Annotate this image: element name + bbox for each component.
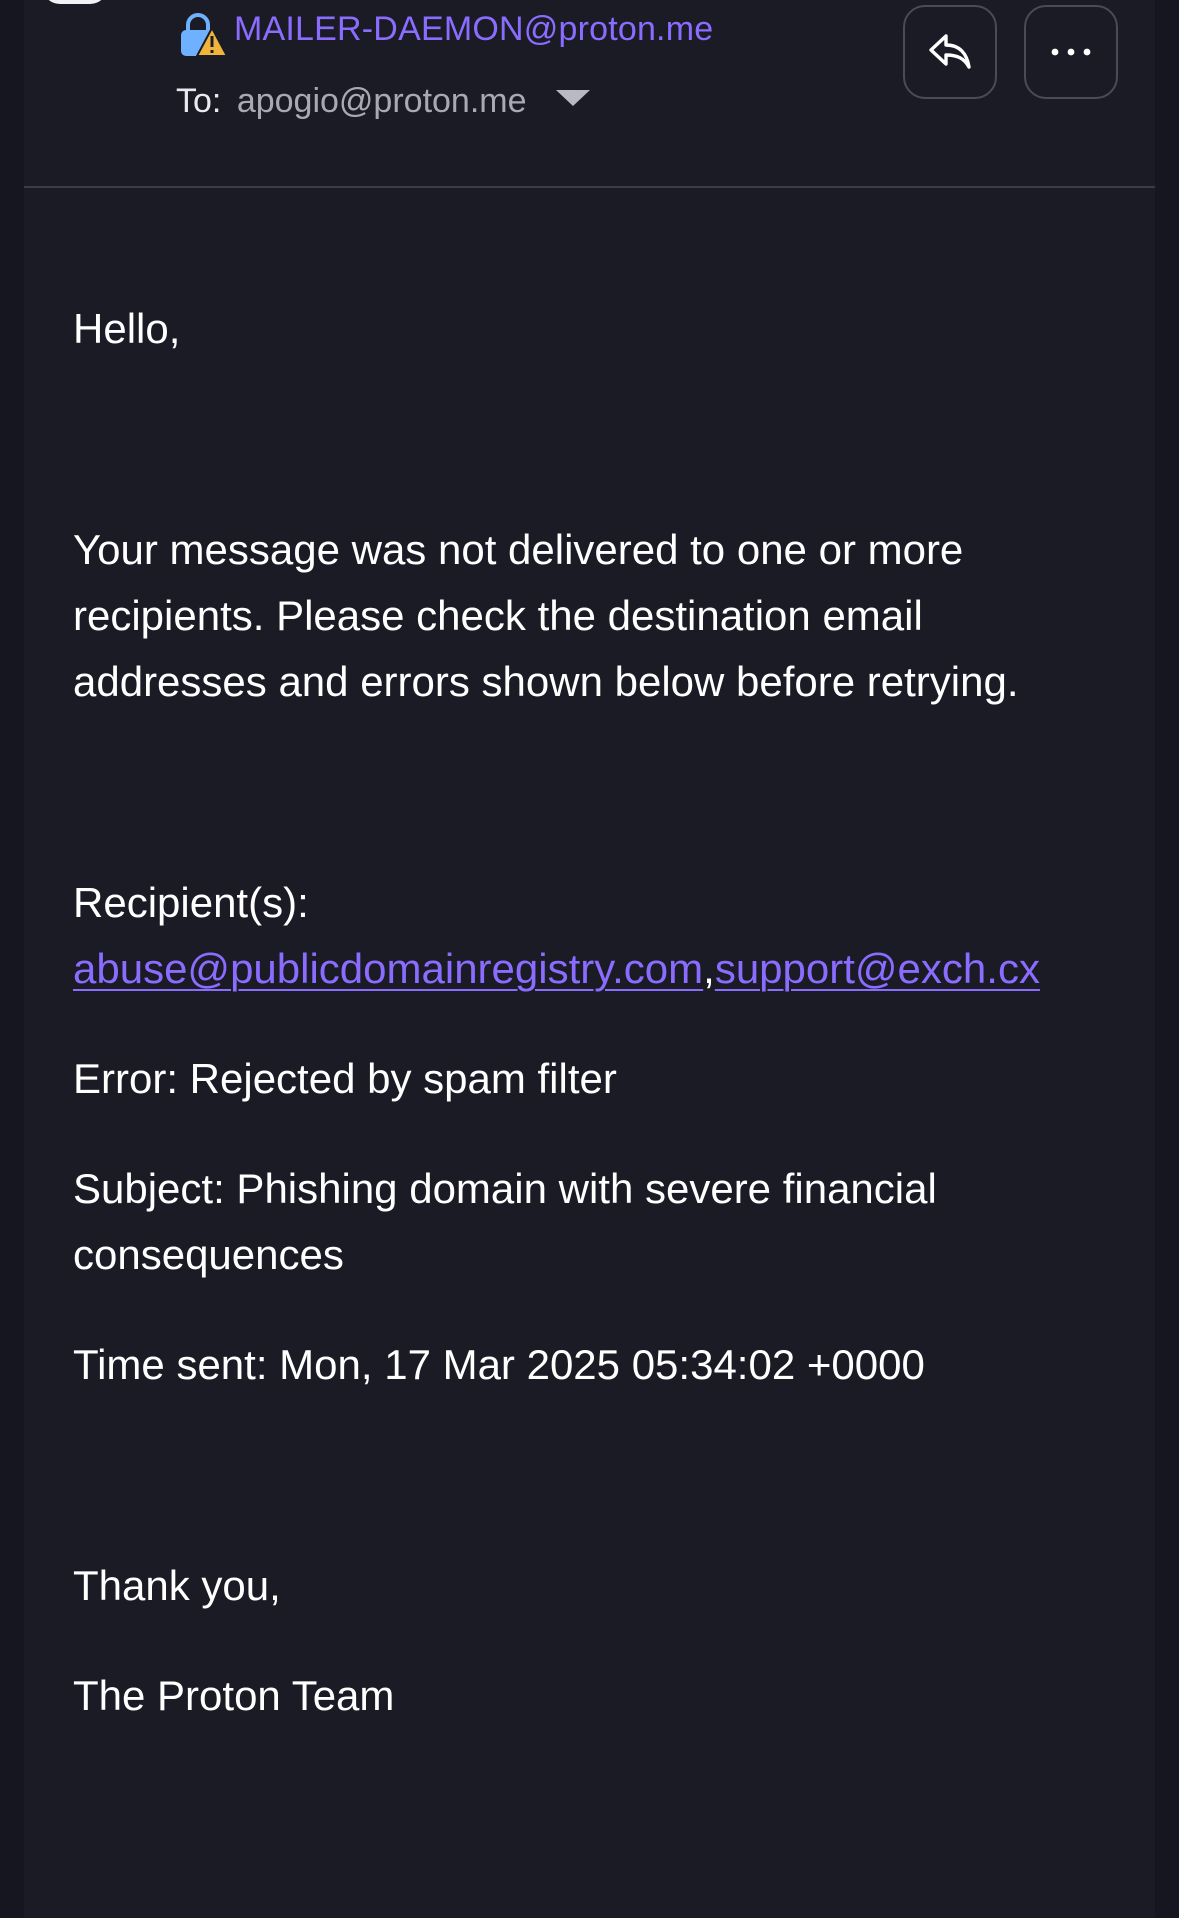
- recipient-link-1[interactable]: abuse@publicdomainregistry.com: [73, 945, 703, 992]
- lock-warning-icon: [181, 13, 228, 57]
- subject-line: Subject: Phishing domain with severe fin…: [73, 1165, 937, 1278]
- caret-down-icon[interactable]: [555, 90, 590, 106]
- closing: Thank you,: [73, 1562, 281, 1609]
- signature: The Proton Team: [73, 1672, 395, 1719]
- recipient-link-2[interactable]: support@exch.cx: [715, 945, 1040, 992]
- error-line: Error: Rejected by spam filter: [73, 1055, 617, 1102]
- sender-address[interactable]: MAILER-DAEMON@proton.me: [234, 10, 713, 49]
- message-body: Hello, Your message was not delivered to…: [73, 296, 1108, 1729]
- to-label: To:: [176, 82, 222, 120]
- reply-icon: [929, 34, 971, 69]
- time-sent-line: Time sent: Mon, 17 Mar 2025 05:34:02 +00…: [73, 1341, 925, 1388]
- reply-button[interactable]: [903, 5, 997, 99]
- recipients-list: abuse@publicdomainregistry.com,support@e…: [73, 936, 1108, 1002]
- right-edge: [1155, 0, 1179, 1918]
- left-edge: [0, 0, 24, 1918]
- recipients-label: Recipient(s):: [73, 879, 309, 926]
- recipient-row[interactable]: To: apogio@proton.me: [176, 82, 590, 121]
- more-options-button[interactable]: [1024, 5, 1118, 99]
- recipient-separator: ,: [703, 945, 715, 992]
- intro-paragraph: Your message was not delivered to one or…: [73, 526, 1019, 705]
- email-header: MAILER-DAEMON@proton.me To: apogio@proto…: [24, 0, 1155, 188]
- to-address: apogio@proton.me: [236, 82, 527, 120]
- greeting: Hello,: [73, 305, 181, 352]
- more-horizontal-icon: [1051, 48, 1091, 56]
